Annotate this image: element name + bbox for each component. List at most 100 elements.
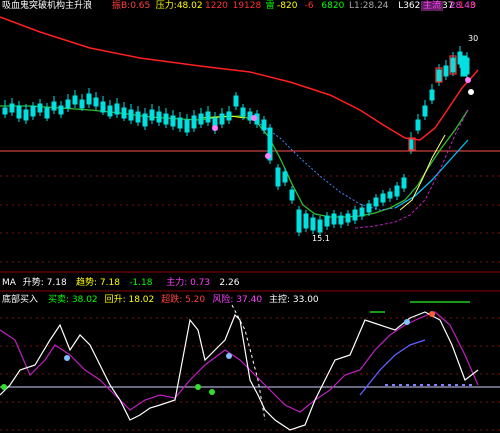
status-value: MA <box>2 278 16 288</box>
top-value: 压力:48.02 <box>155 1 203 11</box>
candle-body <box>205 111 211 123</box>
top-value: -6 <box>304 1 314 11</box>
oscillator-signal-dot <box>429 311 435 317</box>
candle-body <box>261 119 267 131</box>
oscillator-white-line <box>0 311 479 431</box>
lower-value: 风险: 37.40 <box>212 295 263 305</box>
status-value: 趋势: 7.18 <box>76 278 120 288</box>
candle-body <box>394 185 400 197</box>
candle-body <box>72 95 78 105</box>
candle-body <box>226 111 232 121</box>
candle-body <box>443 65 449 77</box>
candle-body <box>107 105 113 117</box>
signal-dot <box>251 115 257 121</box>
oscillator-signal-dot <box>404 319 410 325</box>
status-value: -1.18 <box>129 278 153 288</box>
candle-body <box>233 95 239 107</box>
candle-body <box>296 209 302 233</box>
oscillator-signal-dot <box>195 384 201 390</box>
oscillator-signal-dot <box>64 355 70 361</box>
price-low-label: 15.1 <box>312 234 330 243</box>
candle-body <box>2 107 8 115</box>
candle-body <box>142 113 148 127</box>
candle-body <box>93 97 99 107</box>
candle-body <box>44 107 50 119</box>
candle-body <box>86 93 92 105</box>
candle-body <box>275 167 281 187</box>
candle-body <box>121 107 127 119</box>
lower-value: 回升: 18.02 <box>104 295 155 305</box>
candle-body <box>128 109 134 121</box>
candle-body <box>23 109 29 121</box>
candle-body <box>240 107 246 117</box>
candle-body <box>58 105 64 115</box>
status-value: 升势: 7.18 <box>22 278 67 288</box>
oscillator-signal-dot <box>209 389 215 395</box>
top-value: 1220 <box>205 1 228 11</box>
candle-body <box>408 139 414 151</box>
candle-body <box>184 119 190 133</box>
candle-body <box>338 215 344 225</box>
upper-envelope-curve <box>0 16 479 141</box>
candle-body <box>303 213 309 229</box>
top-value: 雷 <box>265 1 275 11</box>
candle-body <box>170 115 176 127</box>
candle-body <box>415 119 421 131</box>
candle-body <box>163 113 169 125</box>
candle-body <box>100 101 106 113</box>
candle-body <box>436 69 442 83</box>
candle-body <box>324 215 330 227</box>
candle-body <box>198 113 204 125</box>
oscillator-white-dashed <box>231 304 266 421</box>
candle-body <box>282 171 288 183</box>
oscillator-signal-dot <box>1 384 7 390</box>
candle-body <box>37 103 43 113</box>
top-value: 19128 <box>232 1 262 11</box>
candle-body <box>387 191 393 199</box>
top-value: -820 <box>277 1 298 11</box>
candle-body <box>450 57 456 73</box>
candle-body <box>366 203 372 213</box>
candle-body <box>331 213 337 225</box>
lower-value: 超跌: 5.20 <box>161 295 206 305</box>
lower-indicator-title: 底部买入 <box>2 295 39 305</box>
candle-body <box>30 105 36 117</box>
price-high-label: 30 <box>468 34 479 43</box>
signal-dot <box>465 77 471 83</box>
candle-body <box>352 209 358 221</box>
lower-value: 买卖: 38.02 <box>48 295 98 305</box>
candle-body <box>65 99 71 109</box>
stock-chart-window: 吸血鬼突破机构主升浪 振B:0.65 压力:48.02 1220 19128 雷 -820… <box>0 0 500 433</box>
signal-dot <box>265 153 271 159</box>
candle-body <box>149 109 155 121</box>
candle-body <box>156 111 162 123</box>
candle-body <box>373 197 379 207</box>
oscillator-signal-dot <box>226 353 232 359</box>
dotted-ma-curve <box>259 123 396 211</box>
chart-canvas[interactable] <box>0 0 500 433</box>
candle-body <box>422 105 428 117</box>
candle-body <box>191 115 197 129</box>
candle-body <box>51 101 57 111</box>
candle-body <box>177 117 183 129</box>
candle-body <box>401 177 407 189</box>
rising-ma-line <box>394 139 469 209</box>
signal-dot <box>212 125 218 131</box>
lower-ma-line <box>354 109 469 229</box>
right-indicator-label: 主流 28.43 <box>421 1 476 11</box>
candle-body <box>114 103 120 115</box>
candle-body <box>345 213 351 223</box>
trend-curve <box>0 105 469 218</box>
status-value: 主力: 0.73 <box>166 278 211 288</box>
candle-body <box>429 89 435 101</box>
candle-body <box>310 217 316 231</box>
status-value: 2.26 <box>219 278 240 288</box>
candle-body <box>219 113 225 125</box>
candle-body <box>135 111 141 123</box>
signal-dot <box>468 89 474 95</box>
candle-body <box>460 55 468 77</box>
candle-body <box>9 103 15 113</box>
candle-body <box>317 219 323 233</box>
candle-body <box>380 193 386 203</box>
candle-body <box>359 207 365 217</box>
